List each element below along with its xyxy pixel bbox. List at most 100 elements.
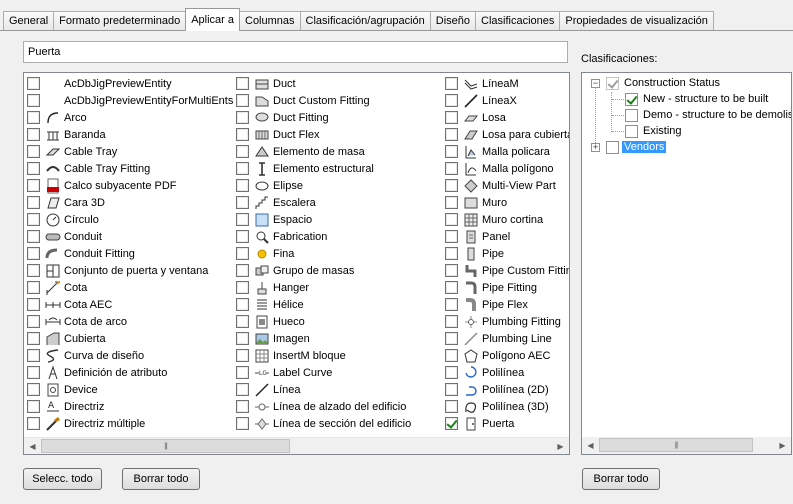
entity-checkbox[interactable] [236, 145, 249, 158]
tab-clasificación-agrupación[interactable]: Clasificación/agrupación [299, 11, 431, 31]
entity-checkbox[interactable] [445, 366, 458, 379]
entity-item[interactable]: Malla policara [442, 143, 569, 160]
entity-item[interactable]: Arco [24, 109, 233, 126]
tree-node-demo[interactable]: Demo - structure to be demolished [625, 107, 791, 123]
entity-item[interactable]: Cable Tray [24, 143, 233, 160]
tree-checkbox[interactable] [625, 108, 638, 122]
entity-checkbox[interactable] [445, 213, 458, 226]
entity-checkbox[interactable] [27, 366, 40, 379]
entity-item[interactable]: Imagen [233, 330, 411, 347]
tree-node-vendors[interactable]: + Vendors [591, 139, 667, 155]
entity-checkbox[interactable] [27, 162, 40, 175]
entity-list[interactable]: AcDbJigPreviewEntity AcDbJigPreviewEntity… [23, 72, 570, 455]
entity-item[interactable]: Pipe Fitting [442, 279, 569, 296]
entity-item[interactable]: Polilínea (3D) [442, 398, 569, 415]
entity-item[interactable]: Cota AEC [24, 296, 233, 313]
entity-checkbox[interactable] [445, 230, 458, 243]
entity-item[interactable]: Duct Custom Fitting [233, 92, 411, 109]
tree-horizontal-scrollbar[interactable]: ◀ ||| ▶ [582, 437, 791, 454]
entity-item[interactable]: Fina [233, 245, 411, 262]
entity-item[interactable]: A Directriz [24, 398, 233, 415]
entity-item[interactable]: Panel [442, 228, 569, 245]
entity-checkbox[interactable] [445, 196, 458, 209]
entity-item[interactable]: Cara 3D [24, 194, 233, 211]
entity-checkbox[interactable] [236, 298, 249, 311]
entity-item[interactable]: Losa [442, 109, 569, 126]
entity-checkbox[interactable] [236, 332, 249, 345]
name-field[interactable] [23, 41, 568, 63]
entity-checkbox[interactable] [445, 332, 458, 345]
entity-checkbox[interactable] [27, 315, 40, 328]
entity-item[interactable]: Hanger [233, 279, 411, 296]
entity-item[interactable]: Conjunto de puerta y ventana [24, 262, 233, 279]
entity-item[interactable]: Duct Fitting [233, 109, 411, 126]
entity-item[interactable]: Espacio [233, 211, 411, 228]
entity-checkbox[interactable] [27, 383, 40, 396]
entity-checkbox[interactable] [236, 315, 249, 328]
entity-item[interactable]: Duct Flex [233, 126, 411, 143]
entity-checkbox[interactable] [236, 366, 249, 379]
tab-diseño[interactable]: Diseño [429, 11, 477, 31]
select-all-button[interactable]: Selecc. todo [23, 468, 102, 490]
entity-item[interactable]: Conduit [24, 228, 233, 245]
entity-item[interactable]: LC Label Curve [233, 364, 411, 381]
entity-item[interactable]: Duct [233, 75, 411, 92]
entity-checkbox[interactable] [445, 179, 458, 192]
entity-checkbox[interactable] [236, 111, 249, 124]
entity-item[interactable]: Grupo de masas [233, 262, 411, 279]
entity-item[interactable]: Línea [233, 381, 411, 398]
entity-checkbox[interactable] [27, 94, 40, 107]
tab-formato-predeterminado[interactable]: Formato predeterminado [53, 11, 187, 31]
entity-checkbox[interactable] [27, 77, 40, 90]
scroll-thumb[interactable]: ||| [599, 438, 753, 452]
entity-checkbox[interactable] [236, 247, 249, 260]
entity-item[interactable]: Pipe Custom Fitting [442, 262, 569, 279]
tree-checkbox[interactable] [625, 92, 638, 106]
entity-item[interactable]: Elipse [233, 177, 411, 194]
entity-checkbox[interactable] [445, 281, 458, 294]
entity-item[interactable]: Polilínea [442, 364, 569, 381]
tree-checkbox[interactable] [606, 140, 619, 154]
entity-checkbox[interactable] [445, 162, 458, 175]
entity-item[interactable]: Device [24, 381, 233, 398]
entity-item[interactable]: Línea de alzado del edificio [233, 398, 411, 415]
entity-checkbox[interactable] [236, 264, 249, 277]
entity-item[interactable]: Pipe Flex [442, 296, 569, 313]
tree-checkbox[interactable] [625, 124, 638, 138]
entity-checkbox[interactable] [445, 315, 458, 328]
tab-propiedades-de-visualización[interactable]: Propiedades de visualización [559, 11, 714, 31]
entity-item[interactable]: Línea de sección del edificio [233, 415, 411, 432]
entity-checkbox[interactable] [27, 145, 40, 158]
entity-checkbox[interactable] [27, 417, 40, 430]
entity-item[interactable]: Elemento estructural [233, 160, 411, 177]
scroll-right-arrow-icon[interactable]: ▶ [552, 438, 569, 454]
entity-list-horizontal-scrollbar[interactable]: ◀ ||| ▶ [24, 437, 569, 454]
entity-checkbox[interactable] [236, 383, 249, 396]
entity-checkbox[interactable] [27, 264, 40, 277]
collapse-icon[interactable]: − [591, 78, 600, 88]
entity-item[interactable]: Escalera [233, 194, 411, 211]
entity-checkbox[interactable] [236, 230, 249, 243]
entity-checkbox[interactable] [27, 179, 40, 192]
entity-item[interactable]: Definición de atributo [24, 364, 233, 381]
entity-item[interactable]: Plumbing Fitting [442, 313, 569, 330]
entity-item[interactable]: Baranda [24, 126, 233, 143]
entity-checkbox[interactable] [445, 247, 458, 260]
classifications-tree[interactable]: − Construction Status New - structure to… [581, 72, 792, 455]
entity-checkbox[interactable] [236, 77, 249, 90]
entity-checkbox[interactable] [236, 349, 249, 362]
entity-item[interactable]: Elemento de masa [233, 143, 411, 160]
entity-item[interactable]: LíneaM [442, 75, 569, 92]
tab-general[interactable]: General [3, 11, 55, 31]
entity-checkbox[interactable] [27, 298, 40, 311]
entity-checkbox[interactable] [236, 196, 249, 209]
entity-checkbox[interactable] [445, 383, 458, 396]
entity-checkbox[interactable] [27, 111, 40, 124]
clear-all-button[interactable]: Borrar todo [122, 468, 200, 490]
scroll-right-arrow-icon[interactable]: ▶ [774, 437, 791, 454]
entity-item[interactable]: Conduit Fitting [24, 245, 233, 262]
entity-item[interactable]: Cable Tray Fitting [24, 160, 233, 177]
entity-checkbox[interactable] [236, 400, 249, 413]
entity-checkbox[interactable] [27, 247, 40, 260]
entity-checkbox[interactable] [236, 213, 249, 226]
